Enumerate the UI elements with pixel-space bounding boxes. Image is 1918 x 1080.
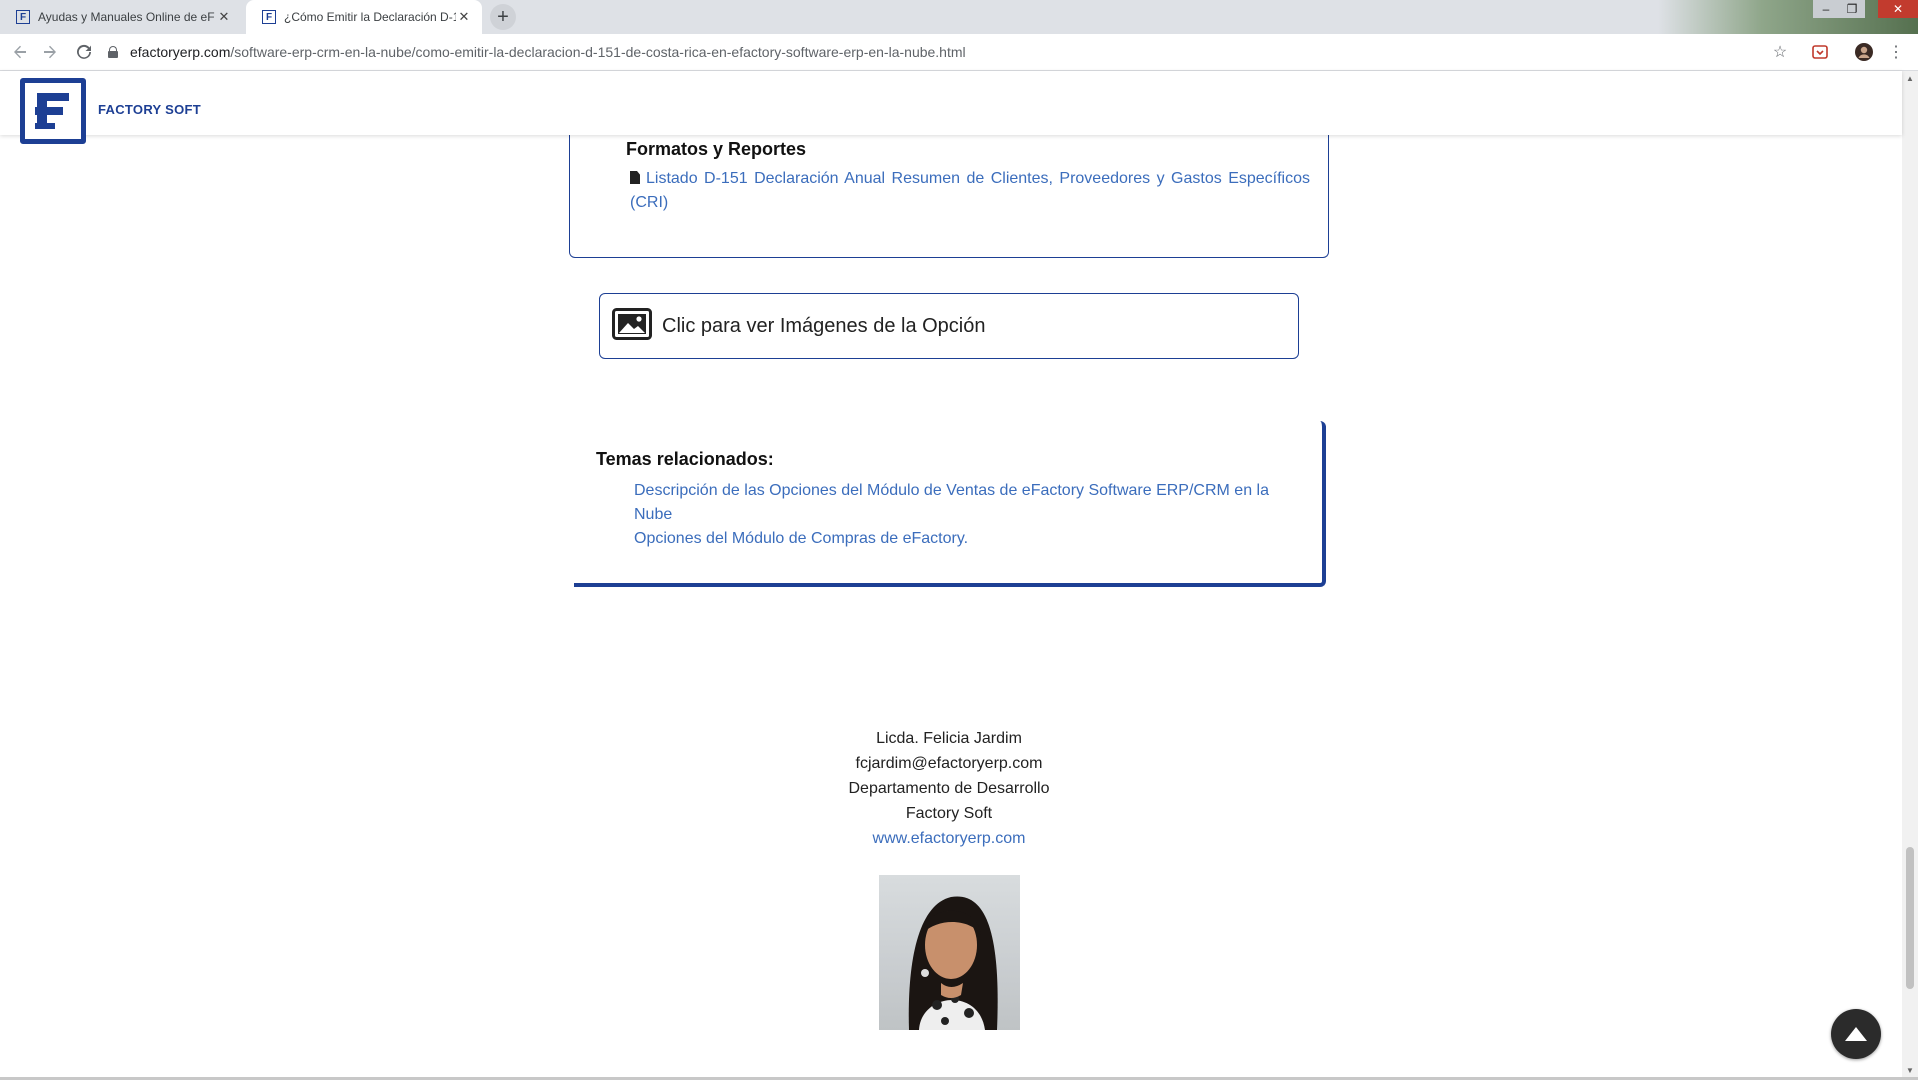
author-signature: Licda. Felicia Jardim fcjardim@efactorye… <box>749 726 1149 851</box>
scroll-down-icon[interactable]: ▼ <box>1906 1066 1914 1075</box>
page-scrollbar[interactable]: ▲ ▼ <box>1902 71 1918 1080</box>
menu-icon[interactable]: ⋮ <box>1886 42 1906 62</box>
url-path: /software-erp-crm-en-la-nube/como-emitir… <box>230 44 966 60</box>
document-icon <box>630 171 640 184</box>
related-topics-heading: Temas relacionados: <box>596 449 774 469</box>
site-header: FACTORY SOFT <box>0 71 1902 144</box>
related-links-list: Descripción de las Opciones del Módulo d… <box>634 479 1284 551</box>
reload-icon[interactable] <box>72 40 96 64</box>
browser-tabstrip: F Ayudas y Manuales Online de eF ✕ F ¿Có… <box>0 0 1918 34</box>
scrollbar-thumb[interactable] <box>1906 847 1914 989</box>
logo-icon <box>35 93 69 129</box>
back-icon[interactable] <box>8 40 32 64</box>
back-to-top-button[interactable] <box>1831 1009 1881 1059</box>
image-icon <box>612 307 652 345</box>
browser-toolbar: efactoryerp.com/software-erp-crm-en-la-n… <box>0 34 1918 71</box>
report-link-text[interactable]: Listado D-151 Declaración Anual Resumen … <box>630 170 1310 211</box>
author-email: fcjardim@efactoryerp.com <box>855 755 1043 772</box>
view-images-button[interactable]: Clic para ver Imágenes de la Opción <box>599 293 1299 359</box>
efactory-favicon-icon: F <box>16 10 30 24</box>
close-icon[interactable]: ✕ <box>216 9 232 25</box>
related-link[interactable]: Opciones del Módulo de Compras de eFacto… <box>634 527 1284 551</box>
arrow-up-icon <box>1845 1027 1867 1041</box>
view-images-label: Clic para ver Imágenes de la Opción <box>662 314 986 337</box>
efactory-favicon-icon: F <box>262 10 276 24</box>
author-company: Factory Soft <box>905 805 993 822</box>
report-link[interactable]: Listado D-151 Declaración Anual Resumen … <box>630 167 1310 215</box>
forward-icon[interactable] <box>38 40 62 64</box>
tab-title: Ayudas y Manuales Online de eF <box>38 10 215 24</box>
address-bar[interactable]: efactoryerp.com/software-erp-crm-en-la-n… <box>108 38 1798 66</box>
lock-icon <box>108 46 118 58</box>
url-host: efactoryerp.com <box>130 44 231 60</box>
tab-title: ¿Cómo Emitir la Declaración D-1 <box>284 10 456 24</box>
author-name: Licda. Felicia Jardim <box>876 730 1022 747</box>
close-icon[interactable]: ✕ <box>456 9 472 25</box>
new-tab-icon[interactable]: + <box>490 4 516 30</box>
star-icon[interactable]: ☆ <box>1770 42 1790 62</box>
formats-title: Formatos y Reportes <box>626 139 807 159</box>
browser-tab[interactable]: F Ayudas y Manuales Online de eF ✕ <box>0 0 242 34</box>
related-topics-box: Temas relacionados: Descripción de las O… <box>574 421 1326 587</box>
window-close-icon[interactable]: ✕ <box>1878 0 1918 18</box>
author-department: Departamento de Desarrollo <box>848 780 1050 797</box>
minimize-icon[interactable]: – <box>1813 0 1839 18</box>
maximize-icon[interactable]: ❐ <box>1839 0 1865 18</box>
website-link[interactable]: www.efactoryerp.com <box>749 826 1149 851</box>
browser-tab-active[interactable]: F ¿Cómo Emitir la Declaración D-1 ✕ <box>246 0 482 34</box>
extension-icon[interactable] <box>1810 42 1830 62</box>
profile-icon[interactable] <box>1854 42 1874 62</box>
author-photo <box>879 875 1020 1030</box>
factory-soft-logo[interactable] <box>20 78 86 144</box>
related-link[interactable]: Descripción de las Opciones del Módulo d… <box>634 479 1284 527</box>
scroll-up-icon[interactable]: ▲ <box>1906 74 1914 83</box>
brand-name[interactable]: FACTORY SOFT <box>98 102 201 117</box>
